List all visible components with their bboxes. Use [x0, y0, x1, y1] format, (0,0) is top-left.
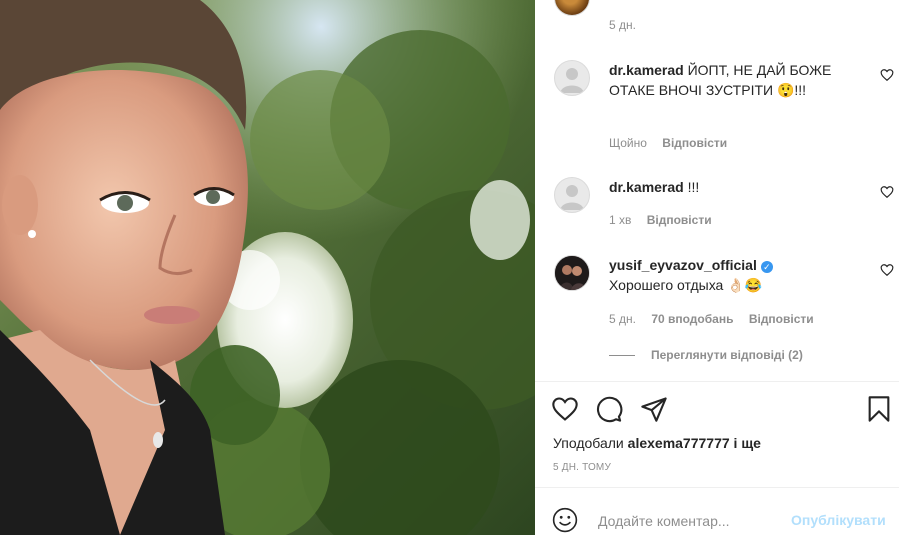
avatar[interactable]	[554, 255, 590, 291]
add-comment-bar: Додайте коментар... Опублікувати	[535, 487, 899, 536]
comment-username[interactable]: dr.kamerad	[609, 62, 684, 78]
comment-meta: 1 хв Відповісти	[609, 213, 724, 227]
post-photo[interactable]	[0, 0, 535, 535]
comment-time: 5 дн.	[609, 18, 636, 32]
heart-icon[interactable]	[880, 185, 894, 199]
comment-time: Щойно	[609, 136, 647, 150]
reply-button[interactable]: Відповісти	[749, 312, 814, 326]
comments-list[interactable]: 5 дн. dr.kamerad ЙОПТ, НЕ ДАЙ БОЖЕ ОТАКЕ…	[535, 0, 899, 382]
share-icon[interactable]	[640, 395, 668, 423]
avatar[interactable]	[554, 60, 590, 96]
default-avatar-icon	[560, 185, 584, 210]
liked-by-user[interactable]: alexema777777	[628, 435, 730, 451]
comment-text: yusif_eyvazov_official ✓ Хорошего отдыха …	[609, 255, 841, 295]
comment-text: dr.kamerad ЙОПТ, НЕ ДАЙ БОЖЕ ОТАКЕ ВНОЧІ…	[609, 60, 841, 100]
comment-icon[interactable]	[595, 395, 623, 423]
liked-by-prefix: Уподобали	[553, 435, 624, 451]
avatar[interactable]	[554, 177, 590, 213]
comment-time: 5 дн.	[609, 312, 636, 326]
liked-by-others[interactable]: і ще	[734, 435, 761, 451]
comment-meta: Щойно Відповісти	[609, 136, 739, 150]
comment-time: 1 хв	[609, 213, 632, 227]
default-avatar-icon	[560, 68, 584, 93]
comment-body: !!!	[687, 179, 700, 195]
heart-icon[interactable]	[880, 263, 894, 277]
divider	[609, 355, 635, 357]
profile-photo-icon	[555, 256, 589, 290]
comment-body: Хорошего отдыха 👌🏻😂	[609, 277, 763, 293]
reply-button[interactable]: Відповісти	[662, 136, 727, 150]
view-replies-label: Переглянути відповіді (2)	[651, 348, 803, 362]
comment-input[interactable]: Додайте коментар...	[598, 513, 730, 529]
like-heart-icon[interactable]	[551, 395, 579, 423]
post-side-panel: 5 дн. dr.kamerad ЙОПТ, НЕ ДАЙ БОЖЕ ОТАКЕ…	[535, 0, 899, 535]
reply-button[interactable]: Відповісти	[647, 213, 712, 227]
heart-icon[interactable]	[880, 68, 894, 82]
avatar[interactable]	[554, 0, 590, 16]
comment-username[interactable]: dr.kamerad	[609, 179, 684, 195]
comment-text: dr.kamerad !!!	[609, 177, 841, 197]
post-date[interactable]: 5 ДН. ТОМУ	[553, 462, 611, 473]
liked-by: Уподобали alexema777777 і ще	[553, 435, 761, 451]
emoji-icon[interactable]	[552, 507, 578, 533]
publish-button[interactable]: Опублікувати	[791, 512, 886, 528]
bookmark-icon[interactable]	[865, 395, 893, 423]
selfie-photo-image	[0, 0, 535, 535]
post-actions	[551, 395, 895, 425]
comment-username[interactable]: yusif_eyvazov_official	[609, 257, 757, 273]
verified-badge-icon: ✓	[760, 261, 773, 273]
view-replies-button[interactable]: Переглянути відповіді (2)	[609, 348, 803, 362]
comment-likes[interactable]: 70 вподобань	[651, 312, 733, 326]
comment-meta: 5 дн. 70 вподобань Відповісти	[609, 312, 826, 326]
